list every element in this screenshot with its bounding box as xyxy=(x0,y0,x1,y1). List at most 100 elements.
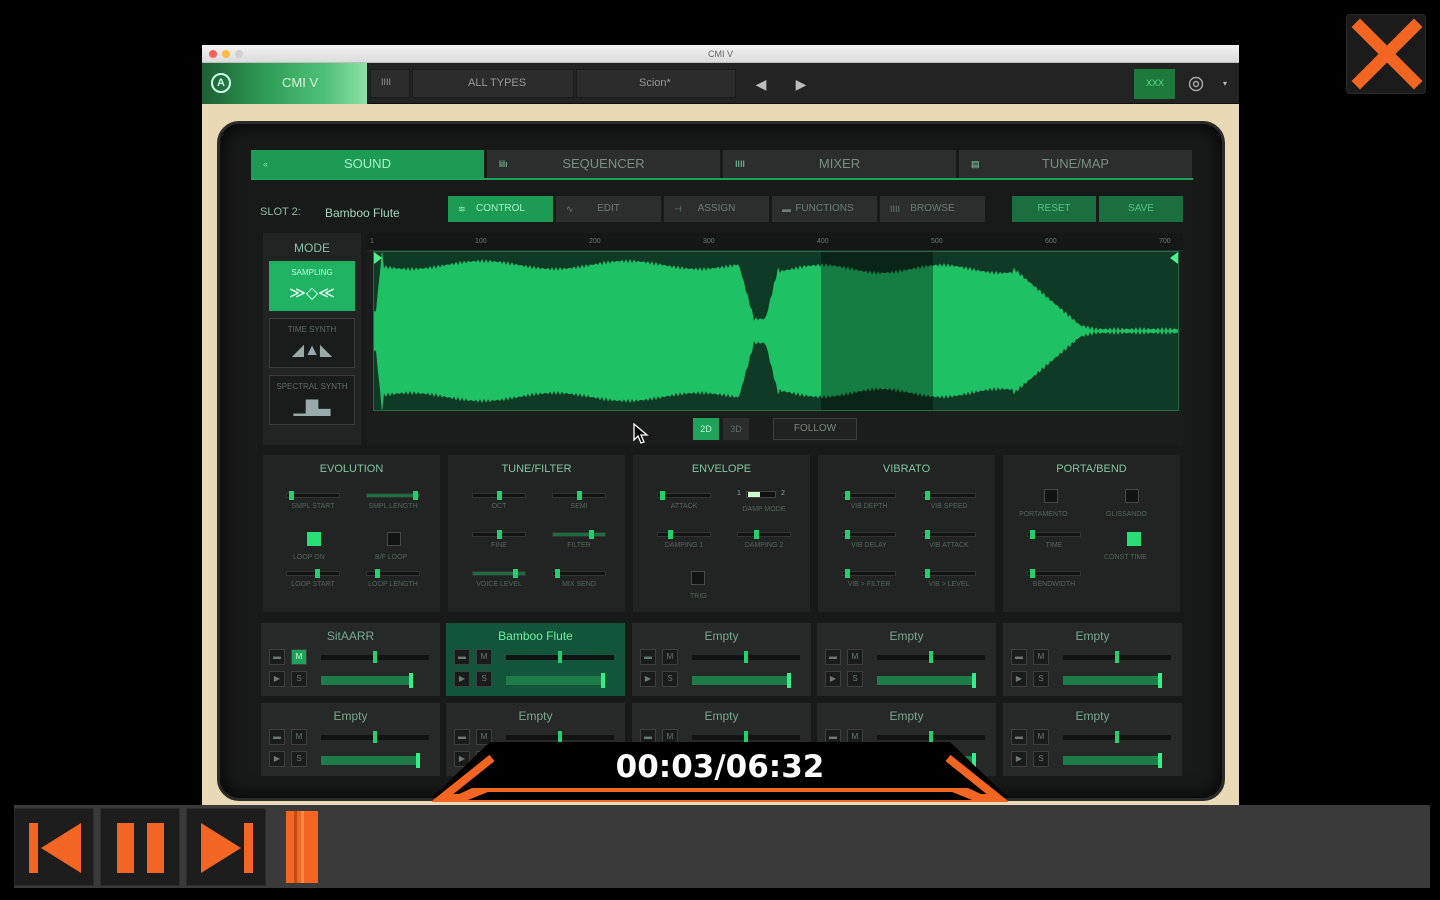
vib-delay-slider[interactable]: VIB DELAY xyxy=(842,526,896,549)
vib-filter-slider[interactable]: VIB > FILTER xyxy=(842,565,896,588)
folder-icon[interactable]: ▬ xyxy=(640,649,656,665)
slot-strip[interactable]: Empty ▬ M ▶ S xyxy=(632,623,811,696)
mode-spectral-synth-button[interactable]: SPECTRAL SYNTH ▁▇▃ xyxy=(269,375,355,425)
porta-time-slider[interactable]: TIME xyxy=(1027,526,1081,549)
mute-button[interactable]: M xyxy=(662,649,678,665)
loop-length-slider[interactable]: LOOP LENGTH xyxy=(366,565,420,588)
subtab-functions[interactable]: ▬ FUNCTIONS xyxy=(772,196,877,222)
pan-slider[interactable] xyxy=(1063,731,1171,743)
sample-length-slider[interactable]: SMPL LENGTH xyxy=(366,487,420,510)
loop-on-checkbox[interactable] xyxy=(307,532,321,546)
mode-sampling-button[interactable]: SAMPLING ≫◇≪ xyxy=(269,261,355,311)
subtab-assign[interactable]: ⊣ ASSIGN xyxy=(664,196,769,222)
midi-button[interactable]: XXX xyxy=(1134,69,1175,99)
vib-attack-slider[interactable]: VIB ATTACK xyxy=(922,526,976,549)
previous-button[interactable] xyxy=(14,808,94,886)
previous-preset-button[interactable]: ◀ xyxy=(748,71,774,97)
folder-icon[interactable]: ▬ xyxy=(1011,649,1027,665)
const-time-checkbox[interactable] xyxy=(1127,532,1141,546)
subtab-edit[interactable]: ∿ EDIT xyxy=(556,196,661,222)
trig-checkbox[interactable] xyxy=(691,571,705,585)
tab-mixer[interactable]: IIII MIXER xyxy=(723,150,956,178)
solo-button[interactable]: S xyxy=(847,671,863,687)
mute-button[interactable]: M xyxy=(291,649,307,665)
mute-button[interactable]: M xyxy=(1033,729,1049,745)
play-icon[interactable]: ▶ xyxy=(269,671,285,687)
bf-loop-checkbox[interactable] xyxy=(387,532,401,546)
pan-slider[interactable] xyxy=(692,731,800,743)
damping-2-slider[interactable]: DAMPING 2 xyxy=(737,526,791,549)
tab-sequencer[interactable]: lilı SEQUENCER xyxy=(487,150,720,178)
folder-icon[interactable]: ▬ xyxy=(269,729,285,745)
play-icon[interactable]: ▶ xyxy=(825,671,841,687)
bendwidth-slider[interactable]: BENDWIDTH xyxy=(1027,565,1081,588)
folder-icon[interactable]: ▬ xyxy=(825,649,841,665)
voice-level-slider[interactable]: VOICE LEVEL xyxy=(472,565,526,588)
solo-button[interactable]: S xyxy=(291,671,307,687)
play-icon[interactable]: ▶ xyxy=(454,671,470,687)
tab-tune-map[interactable]: ▤ TUNE/MAP xyxy=(959,150,1192,178)
slot-strip[interactable]: SitAARR ▬ M ▶ S xyxy=(261,623,440,696)
pause-button[interactable] xyxy=(100,808,180,886)
follow-button[interactable]: FOLLOW xyxy=(773,418,857,440)
pan-slider[interactable] xyxy=(1063,651,1171,663)
mode-time-synth-button[interactable]: TIME SYNTH ◢▲◣ xyxy=(269,318,355,368)
sample-start-slider[interactable]: SMPL START xyxy=(286,487,340,510)
damping-1-slider[interactable]: DAMPING 1 xyxy=(657,526,711,549)
view-2d-button[interactable]: 2D xyxy=(693,418,719,440)
subtab-control[interactable]: ≋ CONTROL xyxy=(448,196,553,222)
solo-button[interactable]: S xyxy=(1033,671,1049,687)
subtab-browse[interactable]: IIII BROWSE xyxy=(880,196,985,222)
loop-start-slider[interactable]: LOOP START xyxy=(286,565,340,588)
pan-slider[interactable] xyxy=(877,731,985,743)
mute-button[interactable]: M xyxy=(291,729,307,745)
settings-button[interactable] xyxy=(1183,71,1209,97)
folder-icon[interactable]: ▬ xyxy=(1011,729,1027,745)
level-slider[interactable] xyxy=(692,673,791,688)
slot-strip[interactable]: Empty ▬ M ▶ S xyxy=(1003,623,1182,696)
save-button[interactable]: SAVE xyxy=(1099,196,1183,222)
type-filter-dropdown[interactable]: ALL TYPES xyxy=(412,69,574,98)
pan-slider[interactable] xyxy=(506,731,614,743)
fine-slider[interactable]: FINE xyxy=(472,526,526,549)
portamento-checkbox[interactable] xyxy=(1044,489,1058,503)
next-preset-button[interactable]: ▶ xyxy=(788,71,814,97)
solo-button[interactable]: S xyxy=(476,671,492,687)
glissando-checkbox[interactable] xyxy=(1125,489,1139,503)
attack-slider[interactable]: ATTACK xyxy=(657,487,711,510)
pan-slider[interactable] xyxy=(692,651,800,663)
progress-scrubber[interactable] xyxy=(286,811,318,883)
vib-depth-slider[interactable]: VIB DEPTH xyxy=(842,487,896,510)
level-slider[interactable] xyxy=(321,673,413,688)
tab-sound[interactable]: « SOUND xyxy=(251,150,484,178)
solo-button[interactable]: S xyxy=(662,671,678,687)
brand-area[interactable]: A CMI V xyxy=(202,63,367,104)
level-slider[interactable] xyxy=(877,673,976,688)
preset-selector[interactable]: Scion* xyxy=(576,69,736,98)
slot-strip[interactable]: Bamboo Flute ▬ M ▶ S xyxy=(446,623,625,696)
waveform-ruler[interactable]: 1 100 200 300 400 500 600 700 xyxy=(367,233,1183,251)
mute-button[interactable]: M xyxy=(476,649,492,665)
pan-slider[interactable] xyxy=(321,731,429,743)
library-button[interactable]: IIII xyxy=(370,69,410,98)
mix-send-slider[interactable]: MIX SEND xyxy=(552,565,606,588)
octave-slider[interactable]: OCT xyxy=(472,487,526,510)
waveform-display[interactable] xyxy=(373,249,1179,413)
filter-slider[interactable]: FILTER xyxy=(552,526,606,549)
menu-arrow-icon[interactable]: ▾ xyxy=(1215,71,1235,97)
pan-slider[interactable] xyxy=(506,651,614,663)
mute-button[interactable]: M xyxy=(847,649,863,665)
next-button[interactable] xyxy=(186,808,266,886)
mute-button[interactable]: M xyxy=(1033,649,1049,665)
play-icon[interactable]: ▶ xyxy=(1011,671,1027,687)
pan-slider[interactable] xyxy=(321,651,429,663)
vib-speed-slider[interactable]: VIB SPEED xyxy=(922,487,976,510)
view-3d-button[interactable]: 3D xyxy=(723,418,749,440)
level-slider[interactable] xyxy=(1063,673,1162,688)
vib-level-slider[interactable]: VIB > LEVEL xyxy=(922,565,976,588)
pan-slider[interactable] xyxy=(877,651,985,663)
play-icon[interactable]: ▶ xyxy=(640,671,656,687)
folder-icon[interactable]: ▬ xyxy=(454,649,470,665)
level-slider[interactable] xyxy=(506,673,605,688)
reset-button[interactable]: RESET xyxy=(1012,196,1096,222)
